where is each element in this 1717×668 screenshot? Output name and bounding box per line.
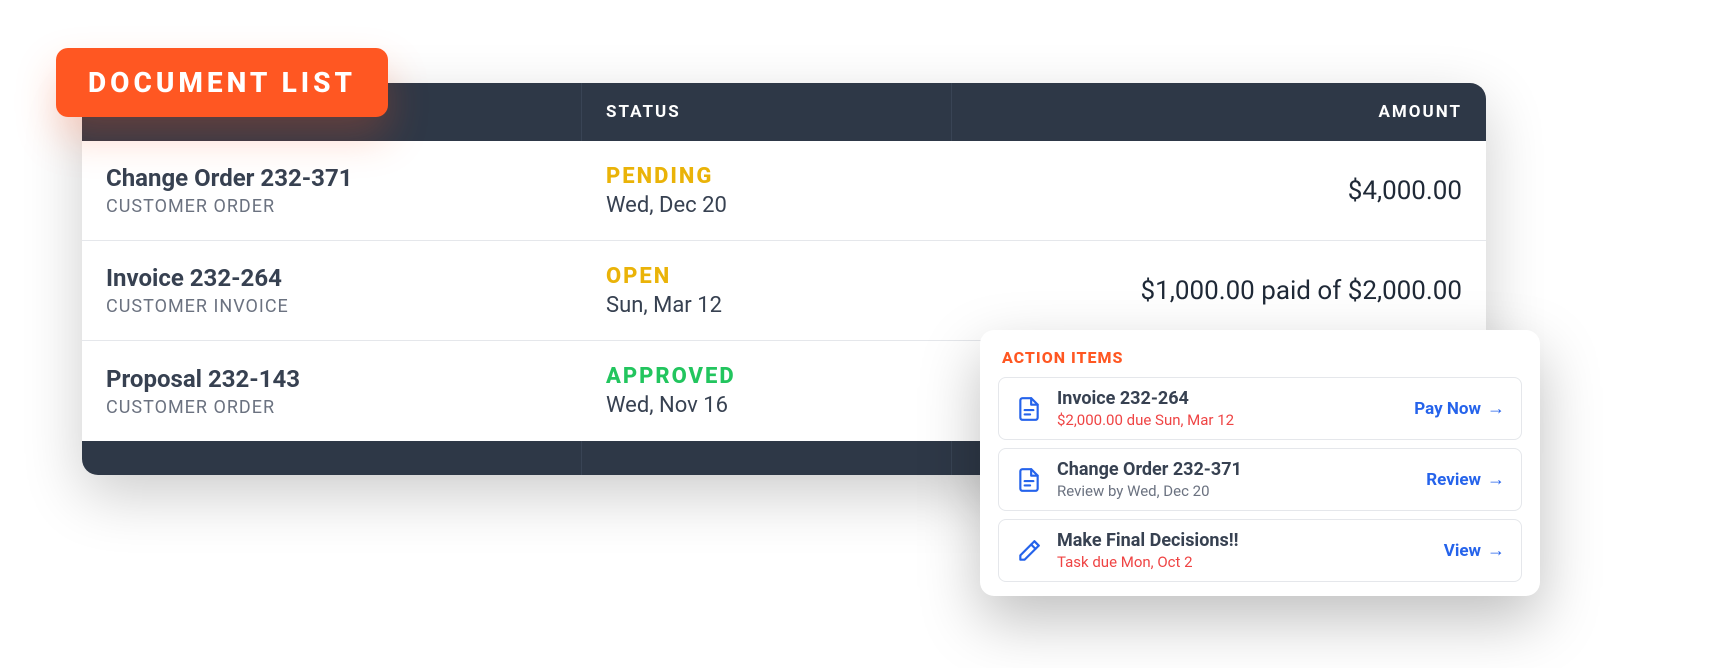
action-item-link-label: Pay Now bbox=[1414, 399, 1481, 419]
doc-title: Proposal 232-143 bbox=[106, 365, 582, 393]
status-date: Sun, Mar 12 bbox=[606, 293, 952, 318]
status-date: Wed, Nov 16 bbox=[606, 393, 952, 418]
status-cell: APPROVED Wed, Nov 16 bbox=[582, 364, 952, 418]
action-item-subtitle: Task due Mon, Oct 2 bbox=[1057, 553, 1430, 571]
action-item-link-label: Review bbox=[1426, 470, 1481, 490]
doc-cell: Change Order 232-371 CUSTOMER ORDER bbox=[82, 164, 582, 217]
status-cell: OPEN Sun, Mar 12 bbox=[582, 264, 952, 318]
hammer-icon bbox=[1015, 537, 1043, 565]
status-badge: OPEN bbox=[606, 264, 952, 289]
action-item[interactable]: Change Order 232-371 Review by Wed, Dec 2… bbox=[998, 448, 1522, 511]
arrow-right-icon: → bbox=[1487, 400, 1505, 418]
action-item-link[interactable]: Pay Now → bbox=[1414, 399, 1505, 419]
table-row[interactable]: Invoice 232-264 CUSTOMER INVOICE OPEN Sun, … bbox=[82, 241, 1486, 341]
status-badge: APPROVED bbox=[606, 364, 952, 389]
action-item-subtitle: Review by Wed, Dec 20 bbox=[1057, 482, 1412, 500]
amount-value: $4,000.00 bbox=[1348, 176, 1462, 206]
table-header-status: STATUS bbox=[582, 83, 952, 141]
action-item-link[interactable]: Review → bbox=[1426, 470, 1505, 490]
status-badge: PENDING bbox=[606, 164, 952, 189]
doc-title: Change Order 232-371 bbox=[106, 164, 582, 192]
doc-subtitle: CUSTOMER INVOICE bbox=[106, 296, 582, 317]
doc-subtitle: CUSTOMER ORDER bbox=[106, 196, 582, 217]
action-item-text: Change Order 232-371 Review by Wed, Dec 2… bbox=[1057, 459, 1412, 500]
doc-subtitle: CUSTOMER ORDER bbox=[106, 397, 582, 418]
doc-title: Invoice 232-264 bbox=[106, 264, 582, 292]
action-item-link[interactable]: View → bbox=[1444, 541, 1505, 561]
action-item-title: Invoice 232-264 bbox=[1057, 388, 1400, 409]
status-cell: PENDING Wed, Dec 20 bbox=[582, 164, 952, 218]
action-item-text: Invoice 232-264 $2,000.00 due Sun, Mar 12 bbox=[1057, 388, 1400, 429]
action-item[interactable]: Invoice 232-264 $2,000.00 due Sun, Mar 12… bbox=[998, 377, 1522, 440]
action-item[interactable]: Make Final Decisions!! Task due Mon, Oct … bbox=[998, 519, 1522, 582]
arrow-right-icon: → bbox=[1487, 471, 1505, 489]
table-header-amount: AMOUNT bbox=[952, 102, 1486, 122]
document-icon bbox=[1015, 395, 1043, 423]
action-item-text: Make Final Decisions!! Task due Mon, Oct … bbox=[1057, 530, 1430, 571]
doc-cell: Proposal 232-143 CUSTOMER ORDER bbox=[82, 365, 582, 418]
document-icon bbox=[1015, 466, 1043, 494]
doc-cell: Invoice 232-264 CUSTOMER INVOICE bbox=[82, 264, 582, 317]
action-items-card: ACTION ITEMS Invoice 232-264 $2,000.00 du… bbox=[980, 330, 1540, 596]
action-item-subtitle: $2,000.00 due Sun, Mar 12 bbox=[1057, 411, 1400, 429]
action-item-title: Change Order 232-371 bbox=[1057, 459, 1412, 480]
status-date: Wed, Dec 20 bbox=[606, 193, 952, 218]
action-items-title: ACTION ITEMS bbox=[998, 348, 1522, 367]
action-item-link-label: View bbox=[1444, 541, 1481, 561]
action-item-title: Make Final Decisions!! bbox=[1057, 530, 1430, 551]
amount-cell: $1,000.00 paid of $2,000.00 bbox=[952, 276, 1486, 306]
amount-value: $1,000.00 paid of $2,000.00 bbox=[1141, 276, 1462, 306]
table-row[interactable]: Change Order 232-371CUSTOMER ORDERPENDIN… bbox=[82, 141, 1486, 241]
document-list-badge: DOCUMENT LIST bbox=[56, 48, 388, 117]
arrow-right-icon: → bbox=[1487, 542, 1505, 560]
amount-cell: $4,000.00 bbox=[952, 176, 1486, 206]
